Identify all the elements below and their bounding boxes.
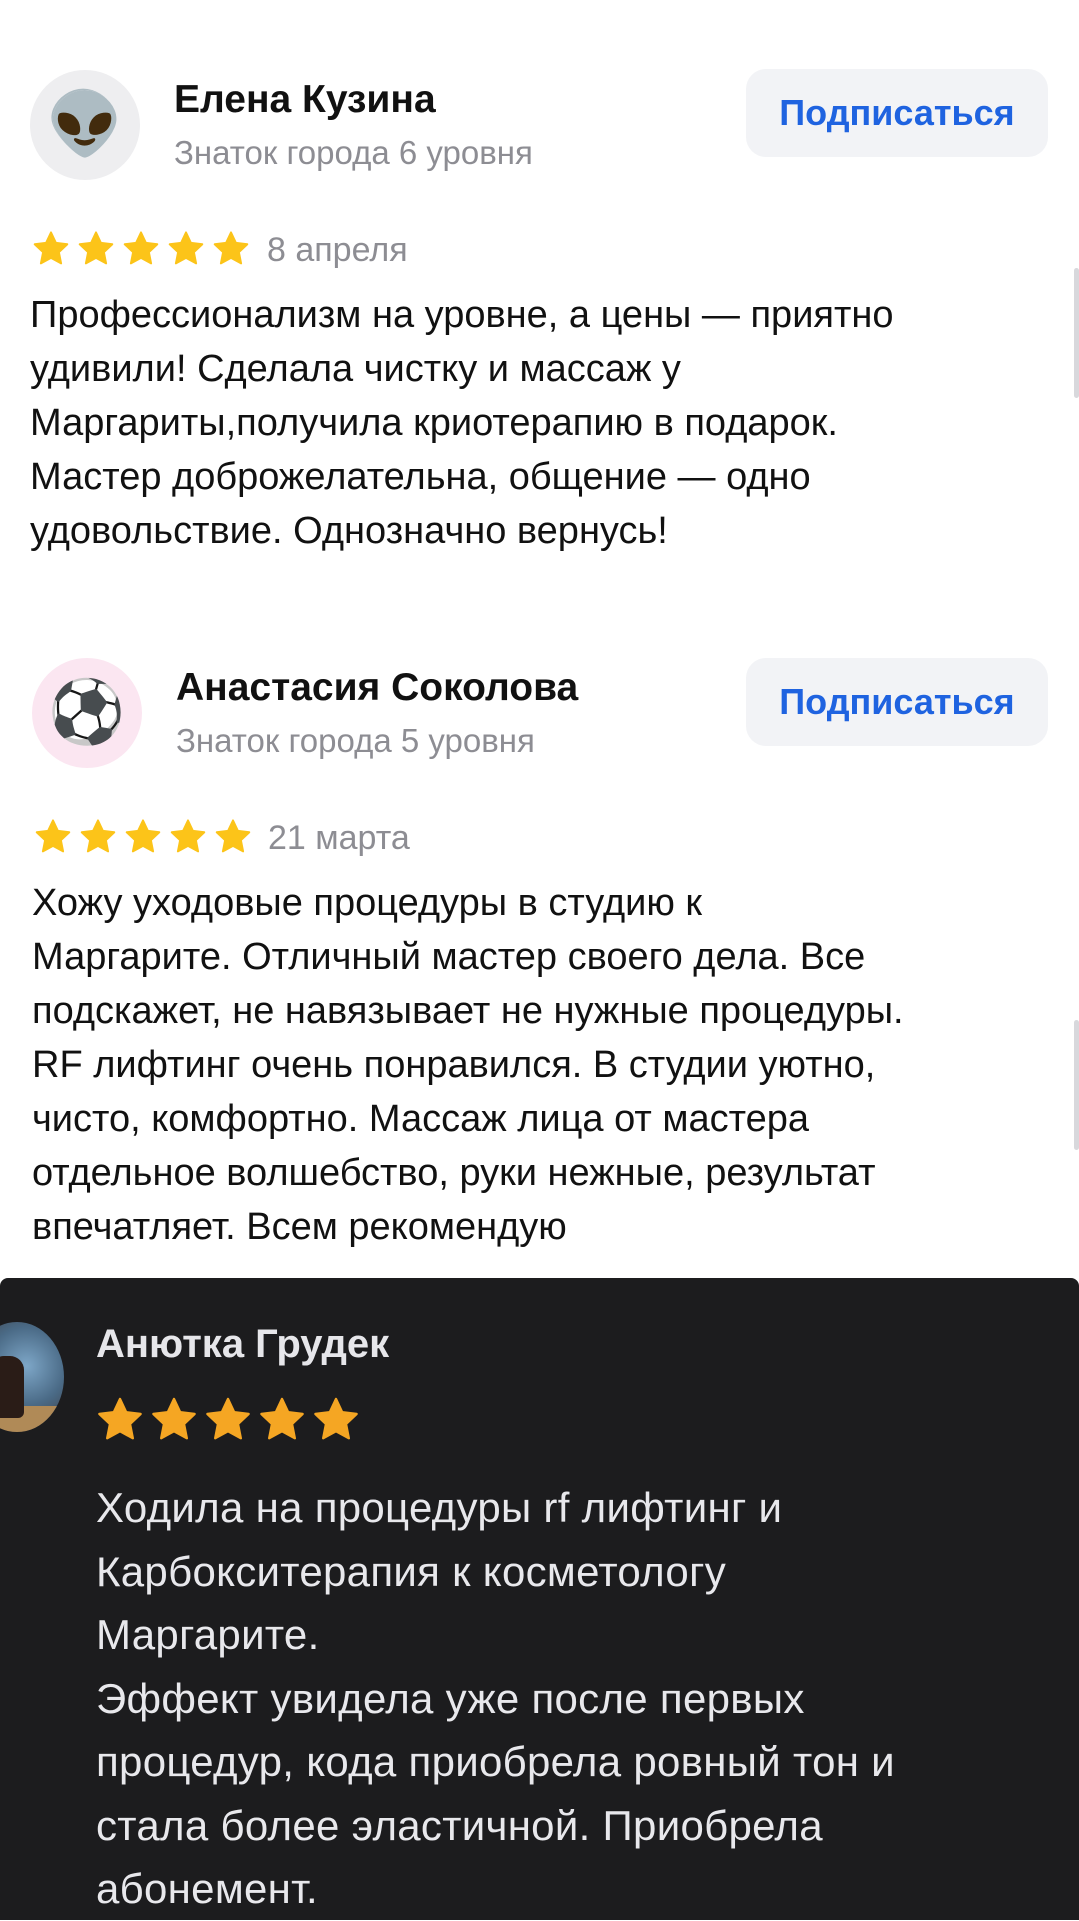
scrollbar[interactable] (1074, 1020, 1079, 1150)
soccer-ball-icon: ⚽ (48, 678, 126, 747)
rating-stars (96, 1396, 360, 1444)
star-icon (314, 1397, 358, 1440)
subscribe-button[interactable]: Подписаться (746, 658, 1048, 746)
author-level: Знаток города 5 уровня (176, 722, 535, 759)
author-name: Анютка Грудек (96, 1322, 390, 1366)
star-icon (98, 1397, 142, 1440)
avatar (0, 1322, 64, 1432)
review-text: Хожу уходовые процедуры в студию к Марга… (32, 882, 904, 1248)
author-name[interactable]: Анастасия Соколова (176, 666, 578, 710)
review-date: 21 марта (268, 819, 410, 857)
star-icon (206, 1397, 250, 1440)
review-card: ⚽ Анастасия Соколова Знаток города 5 уро… (0, 0, 1079, 1270)
star-icon (170, 819, 206, 853)
star-icon (35, 819, 71, 853)
star-icon (125, 819, 161, 853)
review-text: Ходила на процедуры rf лифтинг и Карбокс… (96, 1484, 895, 1912)
star-icon (215, 819, 251, 853)
rating-stars (34, 818, 252, 856)
star-icon (152, 1397, 196, 1440)
star-icon (260, 1397, 304, 1440)
avatar[interactable]: ⚽ (32, 658, 142, 768)
star-icon (80, 819, 116, 853)
